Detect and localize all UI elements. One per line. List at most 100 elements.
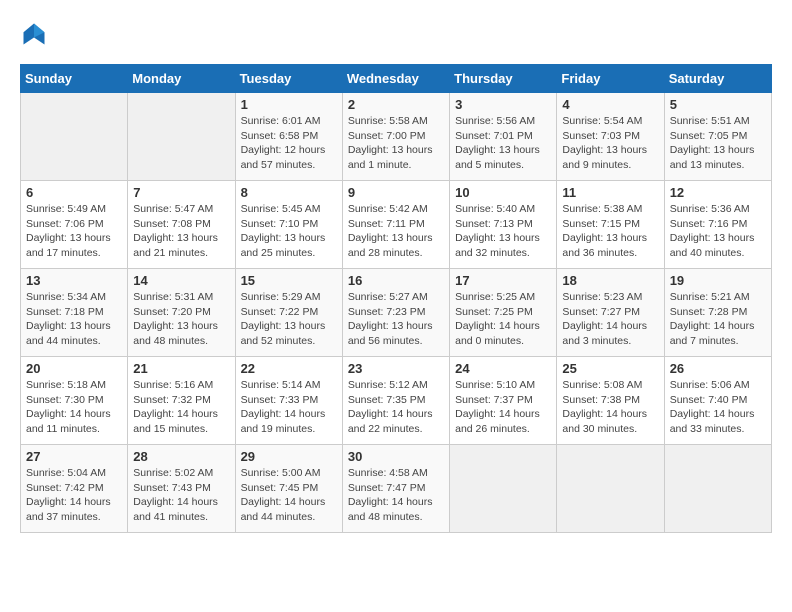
calendar-cell: 17 Sunrise: 5:25 AM Sunset: 7:25 PM Dayli… <box>450 269 557 357</box>
day-number: 25 <box>562 361 658 376</box>
logo-icon <box>20 20 48 48</box>
calendar-week-5: 27 Sunrise: 5:04 AM Sunset: 7:42 PM Dayli… <box>21 445 772 533</box>
calendar-cell: 18 Sunrise: 5:23 AM Sunset: 7:27 PM Dayli… <box>557 269 664 357</box>
calendar-table: SundayMondayTuesdayWednesdayThursdayFrid… <box>20 64 772 533</box>
calendar-week-2: 6 Sunrise: 5:49 AM Sunset: 7:06 PM Daylig… <box>21 181 772 269</box>
calendar-cell: 25Sunrise: 5:08 AM Sunset: 7:38 PM Dayli… <box>557 357 664 445</box>
day-number: 3 <box>455 97 551 112</box>
calendar-week-4: 20 Sunrise: 5:18 AM Sunset: 7:30 PM Dayli… <box>21 357 772 445</box>
calendar-cell: 23 Sunrise: 5:12 AM Sunset: 7:35 PM Dayli… <box>342 357 449 445</box>
day-number: 21 <box>133 361 229 376</box>
calendar-cell <box>450 445 557 533</box>
day-number: 30 <box>348 449 444 464</box>
day-info: Sunrise: 5:56 AM Sunset: 7:01 PM Dayligh… <box>455 114 551 173</box>
day-info: Sunrise: 5:54 AM Sunset: 7:03 PM Dayligh… <box>562 114 658 173</box>
calendar-cell: 14Sunrise: 5:31 AM Sunset: 7:20 PM Dayli… <box>128 269 235 357</box>
day-info: Sunrise: 5:25 AM Sunset: 7:25 PM Dayligh… <box>455 290 551 349</box>
day-number: 24 <box>455 361 551 376</box>
day-header-wednesday: Wednesday <box>342 65 449 93</box>
day-number: 26 <box>670 361 766 376</box>
day-info: Sunrise: 5:40 AM Sunset: 7:13 PM Dayligh… <box>455 202 551 261</box>
day-number: 18 <box>562 273 658 288</box>
calendar-cell: 8 Sunrise: 5:45 AM Sunset: 7:10 PM Daylig… <box>235 181 342 269</box>
day-header-thursday: Thursday <box>450 65 557 93</box>
logo <box>20 20 52 48</box>
day-header-sunday: Sunday <box>21 65 128 93</box>
calendar-cell: 27 Sunrise: 5:04 AM Sunset: 7:42 PM Dayli… <box>21 445 128 533</box>
calendar-cell: 13 Sunrise: 5:34 AM Sunset: 7:18 PM Dayli… <box>21 269 128 357</box>
day-number: 9 <box>348 185 444 200</box>
day-info: Sunrise: 5:02 AM Sunset: 7:43 PM Dayligh… <box>133 466 229 525</box>
day-number: 5 <box>670 97 766 112</box>
day-number: 12 <box>670 185 766 200</box>
day-number: 22 <box>241 361 337 376</box>
day-info: Sunrise: 5:16 AM Sunset: 7:32 PM Dayligh… <box>133 378 229 437</box>
day-info: Sunrise: 5:04 AM Sunset: 7:42 PM Dayligh… <box>26 466 122 525</box>
day-info: Sunrise: 5:21 AM Sunset: 7:28 PM Dayligh… <box>670 290 766 349</box>
day-info: Sunrise: 5:36 AM Sunset: 7:16 PM Dayligh… <box>670 202 766 261</box>
day-info: Sunrise: 5:23 AM Sunset: 7:27 PM Dayligh… <box>562 290 658 349</box>
calendar-cell: 30 Sunrise: 4:58 AM Sunset: 7:47 PM Dayli… <box>342 445 449 533</box>
day-number: 11 <box>562 185 658 200</box>
calendar-week-1: 1Sunrise: 6:01 AM Sunset: 6:58 PM Daylig… <box>21 93 772 181</box>
day-number: 2 <box>348 97 444 112</box>
day-number: 23 <box>348 361 444 376</box>
day-number: 28 <box>133 449 229 464</box>
calendar-cell: 22 Sunrise: 5:14 AM Sunset: 7:33 PM Dayli… <box>235 357 342 445</box>
calendar-cell <box>664 445 771 533</box>
day-number: 10 <box>455 185 551 200</box>
day-number: 14 <box>133 273 229 288</box>
day-info: Sunrise: 5:42 AM Sunset: 7:11 PM Dayligh… <box>348 202 444 261</box>
day-header-tuesday: Tuesday <box>235 65 342 93</box>
day-info: Sunrise: 5:12 AM Sunset: 7:35 PM Dayligh… <box>348 378 444 437</box>
calendar-cell: 1Sunrise: 6:01 AM Sunset: 6:58 PM Daylig… <box>235 93 342 181</box>
day-number: 4 <box>562 97 658 112</box>
calendar-cell: 5 Sunrise: 5:51 AM Sunset: 7:05 PM Daylig… <box>664 93 771 181</box>
calendar-cell: 6 Sunrise: 5:49 AM Sunset: 7:06 PM Daylig… <box>21 181 128 269</box>
day-info: Sunrise: 6:01 AM Sunset: 6:58 PM Dayligh… <box>241 114 337 173</box>
day-info: Sunrise: 4:58 AM Sunset: 7:47 PM Dayligh… <box>348 466 444 525</box>
day-info: Sunrise: 5:00 AM Sunset: 7:45 PM Dayligh… <box>241 466 337 525</box>
calendar-cell <box>128 93 235 181</box>
calendar-cell: 15 Sunrise: 5:29 AM Sunset: 7:22 PM Dayli… <box>235 269 342 357</box>
calendar-cell: 4 Sunrise: 5:54 AM Sunset: 7:03 PM Daylig… <box>557 93 664 181</box>
calendar-cell: 20 Sunrise: 5:18 AM Sunset: 7:30 PM Dayli… <box>21 357 128 445</box>
day-number: 15 <box>241 273 337 288</box>
day-info: Sunrise: 5:27 AM Sunset: 7:23 PM Dayligh… <box>348 290 444 349</box>
calendar-cell <box>21 93 128 181</box>
day-info: Sunrise: 5:49 AM Sunset: 7:06 PM Dayligh… <box>26 202 122 261</box>
calendar-cell: 12 Sunrise: 5:36 AM Sunset: 7:16 PM Dayli… <box>664 181 771 269</box>
day-number: 20 <box>26 361 122 376</box>
day-info: Sunrise: 5:18 AM Sunset: 7:30 PM Dayligh… <box>26 378 122 437</box>
calendar-header-row: SundayMondayTuesdayWednesdayThursdayFrid… <box>21 65 772 93</box>
day-info: Sunrise: 5:34 AM Sunset: 7:18 PM Dayligh… <box>26 290 122 349</box>
calendar-cell: 11 Sunrise: 5:38 AM Sunset: 7:15 PM Dayli… <box>557 181 664 269</box>
day-number: 7 <box>133 185 229 200</box>
day-number: 6 <box>26 185 122 200</box>
calendar-week-3: 13 Sunrise: 5:34 AM Sunset: 7:18 PM Dayli… <box>21 269 772 357</box>
day-number: 19 <box>670 273 766 288</box>
day-header-monday: Monday <box>128 65 235 93</box>
day-info: Sunrise: 5:51 AM Sunset: 7:05 PM Dayligh… <box>670 114 766 173</box>
day-info: Sunrise: 5:14 AM Sunset: 7:33 PM Dayligh… <box>241 378 337 437</box>
day-info: Sunrise: 5:38 AM Sunset: 7:15 PM Dayligh… <box>562 202 658 261</box>
day-info: Sunrise: 5:58 AM Sunset: 7:00 PM Dayligh… <box>348 114 444 173</box>
page-header <box>20 20 772 48</box>
calendar-cell: 28 Sunrise: 5:02 AM Sunset: 7:43 PM Dayli… <box>128 445 235 533</box>
day-number: 27 <box>26 449 122 464</box>
calendar-cell: 9 Sunrise: 5:42 AM Sunset: 7:11 PM Daylig… <box>342 181 449 269</box>
day-number: 17 <box>455 273 551 288</box>
day-number: 13 <box>26 273 122 288</box>
calendar-cell: 24Sunrise: 5:10 AM Sunset: 7:37 PM Dayli… <box>450 357 557 445</box>
calendar-cell: 16Sunrise: 5:27 AM Sunset: 7:23 PM Dayli… <box>342 269 449 357</box>
day-info: Sunrise: 5:45 AM Sunset: 7:10 PM Dayligh… <box>241 202 337 261</box>
day-info: Sunrise: 5:29 AM Sunset: 7:22 PM Dayligh… <box>241 290 337 349</box>
day-header-saturday: Saturday <box>664 65 771 93</box>
day-info: Sunrise: 5:47 AM Sunset: 7:08 PM Dayligh… <box>133 202 229 261</box>
day-info: Sunrise: 5:06 AM Sunset: 7:40 PM Dayligh… <box>670 378 766 437</box>
day-number: 8 <box>241 185 337 200</box>
day-number: 29 <box>241 449 337 464</box>
calendar-cell: 26 Sunrise: 5:06 AM Sunset: 7:40 PM Dayli… <box>664 357 771 445</box>
day-header-friday: Friday <box>557 65 664 93</box>
calendar-cell: 19 Sunrise: 5:21 AM Sunset: 7:28 PM Dayli… <box>664 269 771 357</box>
